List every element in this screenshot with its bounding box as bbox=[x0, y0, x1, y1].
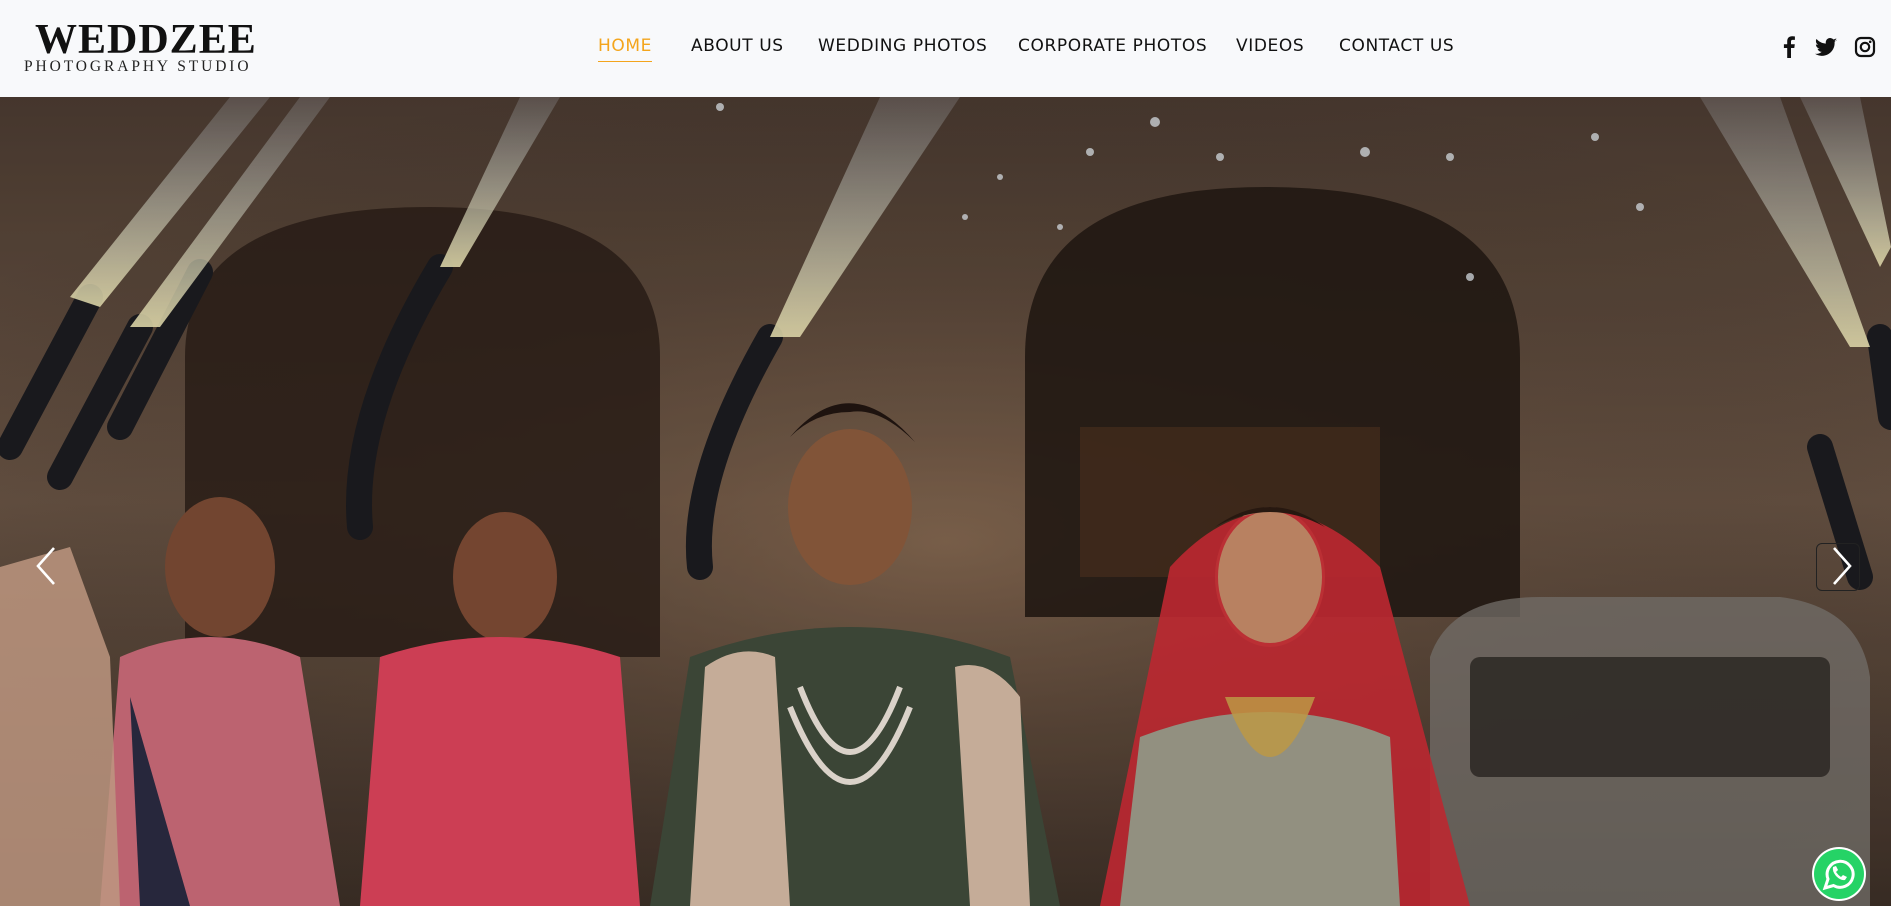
site-header: WEDDZEE PHOTOGRAPHY STUDIO HOME ABOUT US… bbox=[0, 0, 1891, 97]
nav-item-about-us[interactable]: ABOUT US bbox=[691, 36, 784, 56]
brand-logo[interactable]: WEDDZEE PHOTOGRAPHY STUDIO bbox=[24, 18, 264, 80]
whatsapp-icon[interactable] bbox=[1812, 847, 1866, 901]
nav-item-corporate-photos[interactable]: CORPORATE PHOTOS bbox=[1018, 36, 1207, 56]
brand-tagline: PHOTOGRAPHY STUDIO bbox=[24, 58, 252, 75]
nav-item-videos[interactable]: VIDEOS bbox=[1236, 36, 1304, 56]
nav-item-wedding-photos[interactable]: WEDDING PHOTOS bbox=[818, 36, 987, 56]
instagram-icon[interactable] bbox=[1852, 34, 1878, 60]
twitter-icon[interactable] bbox=[1813, 34, 1839, 60]
hero-slider bbox=[0, 97, 1891, 906]
facebook-icon[interactable] bbox=[1776, 34, 1802, 60]
nav-item-contact-us[interactable]: CONTACT US bbox=[1339, 36, 1454, 56]
brand-name: WEDDZEE bbox=[35, 17, 257, 63]
hero-wedding-photo bbox=[0, 97, 1891, 906]
arrow-left-icon[interactable] bbox=[32, 544, 60, 588]
arrow-right-icon[interactable] bbox=[1816, 543, 1860, 591]
nav-item-home[interactable]: HOME bbox=[598, 36, 652, 62]
